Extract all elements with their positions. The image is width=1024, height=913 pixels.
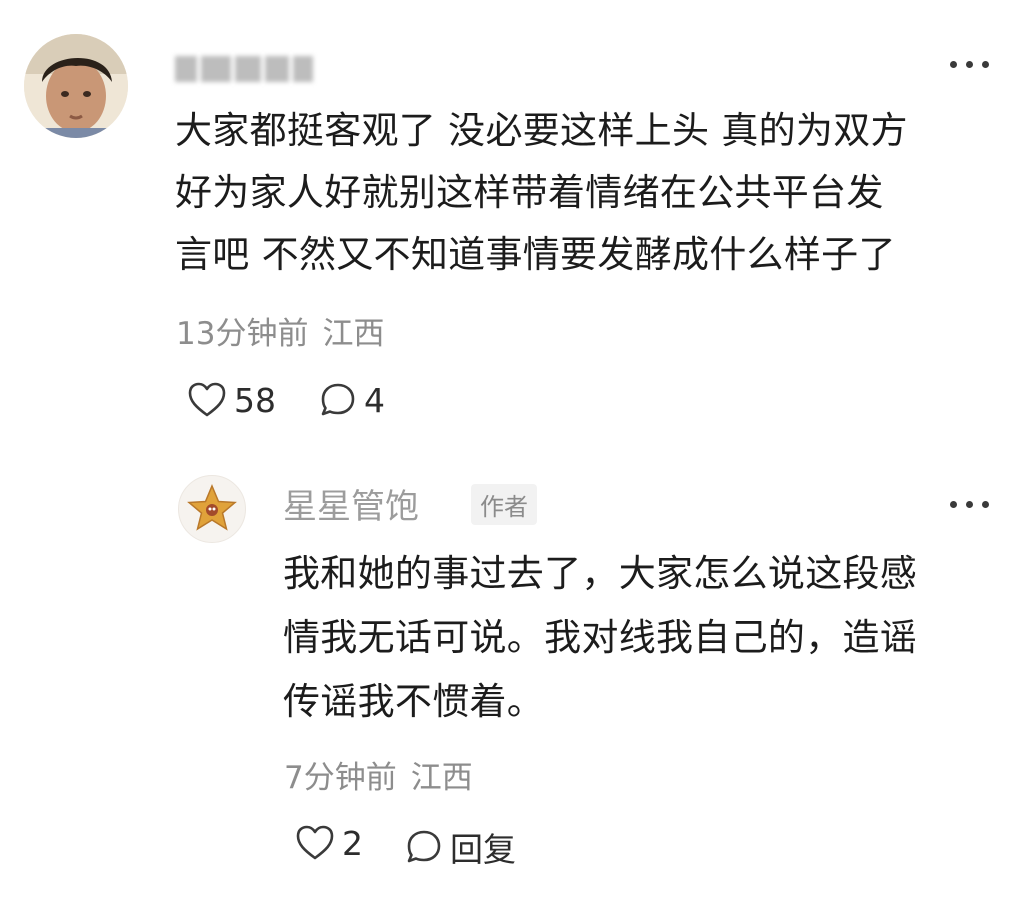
- reply-like-button[interactable]: 2: [294, 823, 363, 863]
- comment-meta: 13分钟前 江西: [176, 308, 384, 353]
- reply-time: 7分钟前: [284, 760, 397, 796]
- reply-location: 江西: [410, 760, 473, 796]
- more-dots-icon[interactable]: [943, 492, 995, 516]
- child-portrait-icon: [24, 34, 128, 138]
- author-name[interactable]: 星星管饱: [283, 479, 419, 528]
- blurred-username[interactable]: [175, 52, 325, 86]
- author-badge: 作者: [471, 484, 537, 525]
- star-icon: [187, 484, 237, 531]
- comment-line-3: 言吧 不然又不知道事情要发酵成什么样子了: [175, 233, 896, 276]
- reply-button[interactable]: 回复: [404, 823, 516, 871]
- reply-line-3: 传谣我不惯着。: [283, 680, 545, 723]
- reply-like-count: 2: [342, 823, 363, 863]
- reply-count: 4: [364, 380, 385, 420]
- comment-time: 13分钟前: [176, 316, 309, 352]
- commenter-avatar[interactable]: [24, 34, 128, 138]
- comment-button[interactable]: 4: [318, 380, 385, 420]
- heart-icon: [188, 382, 226, 417]
- reply-meta: 7分钟前 江西: [284, 752, 473, 797]
- comment-line-2: 好为家人好就别这样带着情绪在公共平台发: [175, 171, 884, 214]
- like-count: 58: [234, 380, 276, 420]
- author-avatar[interactable]: [178, 475, 246, 543]
- like-button[interactable]: 58: [186, 380, 276, 420]
- reply-line-1: 我和她的事过去了，大家怎么说这段感: [283, 552, 918, 595]
- reply-label: 回复: [450, 830, 516, 869]
- comment-bubble-icon: [407, 830, 441, 863]
- comment-line-1: 大家都挺客观了 没必要这样上头 真的为双方: [175, 109, 908, 152]
- heart-icon: [296, 825, 334, 860]
- reply-line-2: 情我无话可说。我对线我自己的，造谣: [283, 616, 918, 659]
- more-dots-icon[interactable]: [943, 52, 995, 76]
- comment-location: 江西: [322, 316, 385, 352]
- comment-bubble-icon: [321, 383, 355, 416]
